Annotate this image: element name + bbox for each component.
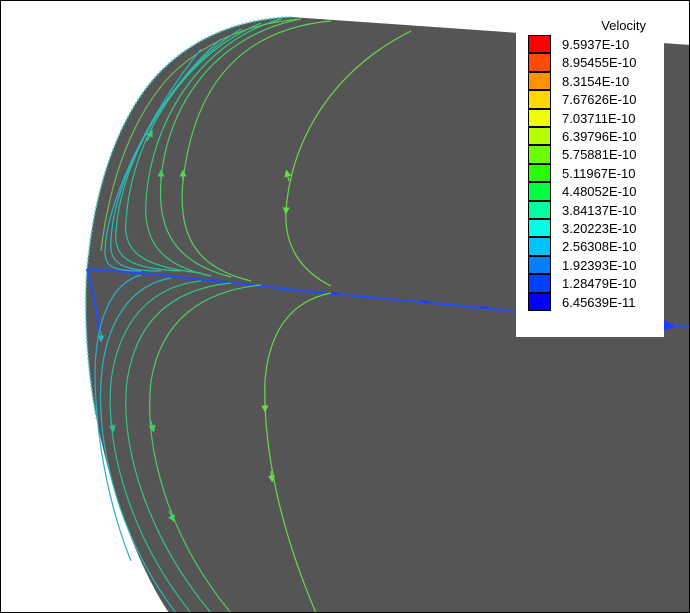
legend-label: 3.84137E-10: [562, 202, 637, 218]
legend-label: 4.48052E-10: [562, 184, 637, 200]
legend-swatch: [528, 90, 551, 109]
legend-entry: 8.95455E-10: [528, 53, 664, 72]
legend-swatch: [528, 292, 551, 311]
legend-entry: 5.75881E-10: [528, 145, 664, 164]
legend-swatch: [528, 127, 551, 146]
legend-swatch: [528, 255, 551, 275]
legend-swatch: [528, 182, 551, 201]
legend-entry: 3.20223E-10: [528, 219, 664, 238]
legend-entry: 6.39796E-10: [528, 127, 664, 146]
legend-swatch: [528, 53, 551, 72]
legend-swatch: [528, 237, 551, 256]
legend-label: 6.39796E-10: [562, 129, 637, 144]
velocity-legend: Velocity 9.5937E-10 8.95455E-10 8.3154E-10…: [516, 15, 664, 337]
legend-label: 7.03711E-10: [562, 110, 636, 126]
legend-swatch: [528, 35, 551, 54]
legend-swatch: [528, 71, 551, 91]
legend-swatch: [528, 108, 551, 127]
legend-swatch: [528, 163, 551, 183]
legend-title: Velocity: [601, 18, 646, 33]
legend-swatch: [528, 200, 551, 219]
legend-swatch: [528, 219, 551, 238]
legend-entry: 2.56308E-10: [528, 237, 664, 256]
legend-label: 1.28479E-10: [562, 276, 637, 292]
legend-label: 2.56308E-10: [562, 239, 637, 255]
legend-swatch: [528, 145, 551, 164]
legend-swatch: [528, 274, 551, 293]
legend-label: 3.20223E-10: [562, 221, 637, 236]
visualization-viewport[interactable]: Velocity 9.5937E-10 8.95455E-10 8.3154E-10…: [0, 0, 690, 613]
legend-entry: 6.45639E-11: [528, 292, 664, 311]
legend-entry: 4.48052E-10: [528, 182, 664, 201]
legend-label: 8.3154E-10: [562, 73, 630, 89]
legend-entry: 1.92393E-10: [528, 255, 664, 275]
legend-label: 5.11967E-10: [562, 165, 636, 181]
legend-label: 8.95455E-10: [562, 55, 637, 71]
legend-label: 5.75881E-10: [562, 147, 637, 163]
legend-entry: 7.03711E-10: [528, 108, 664, 127]
legend-label: 9.5937E-10: [562, 37, 630, 52]
legend-entry: 3.84137E-10: [528, 200, 664, 219]
legend-entry: 1.28479E-10: [528, 274, 664, 293]
legend-label: 7.67626E-10: [562, 92, 637, 108]
legend-label: 6.45639E-11: [562, 294, 636, 310]
legend-entry: 5.11967E-10: [528, 163, 664, 183]
legend-entry: 8.3154E-10: [528, 71, 664, 91]
legend-entry: 7.67626E-10: [528, 90, 664, 109]
legend-entry: 9.5937E-10: [528, 35, 664, 54]
legend-label: 1.92393E-10: [562, 257, 637, 273]
